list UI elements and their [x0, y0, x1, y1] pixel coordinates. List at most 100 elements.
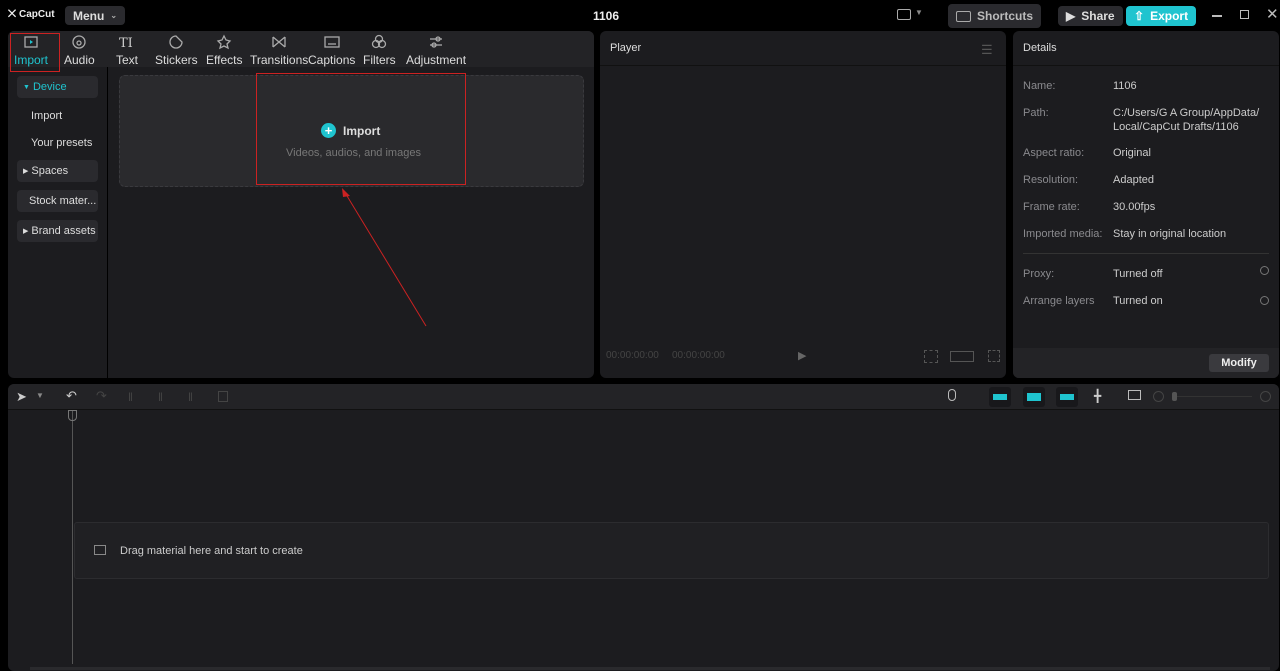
- tab-adjustment[interactable]: Adjustment: [406, 34, 466, 67]
- details-title: Details: [1023, 42, 1057, 54]
- menu-button[interactable]: Menu ⌄: [65, 6, 126, 25]
- player-header: [600, 31, 1006, 66]
- timeline-toolbar: [8, 384, 1279, 410]
- split-icon[interactable]: ‖: [128, 390, 133, 404]
- play-icon[interactable]: ▶: [798, 349, 806, 362]
- sticker-icon: [169, 35, 183, 49]
- adjustment-icon: [430, 36, 443, 48]
- capcut-logo-icon: ⨉: [8, 9, 16, 20]
- captions-icon: [324, 36, 340, 48]
- export-label: Export: [1150, 9, 1189, 23]
- modify-button[interactable]: Modify: [1209, 354, 1269, 372]
- export-button[interactable]: ⇧ Export: [1126, 6, 1197, 26]
- select-tool-icon[interactable]: ➤: [16, 389, 27, 405]
- detail-key: Aspect ratio:: [1023, 147, 1085, 159]
- share-button[interactable]: ▶ Share: [1058, 6, 1123, 26]
- horizontal-scrollbar[interactable]: [30, 667, 1270, 670]
- menu-label: Menu: [73, 8, 105, 23]
- player-panel: [600, 31, 1006, 378]
- device-label: Device: [32, 81, 67, 93]
- sidebar-item-spaces[interactable]: ▶ Spaces: [17, 160, 98, 182]
- main-track-magnet-icon[interactable]: [989, 387, 1011, 407]
- detail-key: Path:: [1023, 107, 1049, 119]
- tab-stickers[interactable]: Stickers: [155, 34, 198, 67]
- audio-icon: [72, 35, 86, 49]
- shortcuts-button[interactable]: Shortcuts: [948, 4, 1042, 28]
- tab-captions[interactable]: Captions: [308, 34, 355, 67]
- zoom-slider[interactable]: [1172, 392, 1252, 401]
- tab-import[interactable]: Import: [14, 34, 48, 67]
- zoom-out-icon[interactable]: [1153, 391, 1164, 402]
- tab-text[interactable]: TI Text: [116, 34, 138, 67]
- sidebar-item-import[interactable]: Import: [17, 105, 98, 127]
- chevron-down-icon[interactable]: ▼: [36, 391, 44, 400]
- layout-icon[interactable]: [897, 9, 911, 20]
- app-logo: ⨉ CapCut: [8, 9, 55, 20]
- player-menu-icon[interactable]: ☰: [981, 42, 993, 58]
- tab-label: Effects: [206, 53, 243, 67]
- import-label: Import: [343, 123, 381, 138]
- tab-label: Audio: [64, 53, 95, 67]
- stock-label: Stock mater...: [29, 195, 97, 207]
- detail-key: Imported media:: [1023, 228, 1103, 240]
- chevron-down-icon[interactable]: ▼: [915, 8, 923, 17]
- preview-axis-icon[interactable]: ╋: [1094, 389, 1101, 403]
- tab-audio[interactable]: Audio: [64, 34, 95, 67]
- proxy-info-icon[interactable]: [1260, 266, 1269, 275]
- sidebar-item-presets[interactable]: Your presets: [17, 132, 98, 154]
- sidebar-item-brand[interactable]: ▶ Brand assets: [17, 220, 98, 242]
- tab-transitions[interactable]: Transitions: [250, 34, 308, 67]
- auto-snap-icon[interactable]: [1023, 387, 1045, 407]
- restore-button[interactable]: [1240, 10, 1249, 19]
- share-icon: ▶: [1066, 9, 1076, 23]
- split-right-icon[interactable]: ‖: [188, 390, 193, 404]
- import-label: Import: [31, 110, 63, 122]
- shortcuts-label: Shortcuts: [977, 9, 1034, 23]
- player-title: Player: [610, 42, 642, 54]
- chevron-down-icon: ⌄: [110, 11, 118, 20]
- detail-value: Turned on: [1113, 295, 1163, 307]
- import-button[interactable]: + Import: [321, 123, 380, 138]
- close-button[interactable]: ✕: [1266, 5, 1279, 23]
- export-icon: ⇧: [1134, 9, 1145, 23]
- effects-icon: [216, 34, 232, 50]
- tab-label: Captions: [308, 53, 356, 67]
- split-left-icon[interactable]: ‖: [158, 390, 163, 404]
- zoom-in-icon[interactable]: [1260, 391, 1271, 402]
- crop-icon[interactable]: [924, 350, 938, 363]
- undo-icon[interactable]: ↶: [66, 388, 77, 404]
- tab-label: Filters: [363, 53, 396, 67]
- fullscreen-icon[interactable]: [988, 350, 1000, 362]
- total-time: 00:00:00:00: [672, 350, 725, 361]
- detail-value: C:/Users/G A Group/AppData/ Local/CapCut…: [1113, 107, 1260, 133]
- detail-key: Resolution:: [1023, 174, 1079, 186]
- delete-icon[interactable]: [218, 391, 228, 402]
- zoom-to-fit-icon[interactable]: [1128, 390, 1141, 400]
- tab-effects[interactable]: Effects: [206, 34, 242, 67]
- playhead[interactable]: [68, 410, 77, 664]
- project-title: 1106: [593, 9, 620, 23]
- tab-label: Text: [116, 53, 139, 67]
- layers-info-icon[interactable]: [1260, 296, 1269, 305]
- spaces-label: Spaces: [31, 165, 69, 177]
- sidebar-item-device[interactable]: ▼ Device: [17, 76, 98, 98]
- tab-label: Import: [14, 53, 49, 67]
- details-divider: [1023, 253, 1269, 254]
- redo-icon[interactable]: ↷: [96, 388, 107, 404]
- tab-filters[interactable]: Filters: [363, 34, 396, 67]
- tab-label: Adjustment: [406, 53, 467, 67]
- import-icon: [24, 36, 38, 48]
- logo-text: CapCut: [19, 9, 55, 20]
- keyboard-icon: [956, 10, 971, 22]
- zoom-slider-handle[interactable]: [1172, 392, 1177, 401]
- detail-key: Arrange layers: [1023, 295, 1095, 307]
- film-icon: [94, 545, 106, 555]
- linkage-icon[interactable]: [1056, 387, 1078, 407]
- microphone-icon[interactable]: [948, 389, 956, 401]
- detail-key: Proxy:: [1023, 268, 1055, 280]
- tab-label: Transitions: [250, 53, 309, 67]
- minimize-button[interactable]: [1212, 15, 1222, 17]
- detail-key: Name:: [1023, 80, 1056, 92]
- ratio-icon[interactable]: [950, 351, 974, 362]
- sidebar-item-stock[interactable]: Stock mater...: [17, 190, 98, 212]
